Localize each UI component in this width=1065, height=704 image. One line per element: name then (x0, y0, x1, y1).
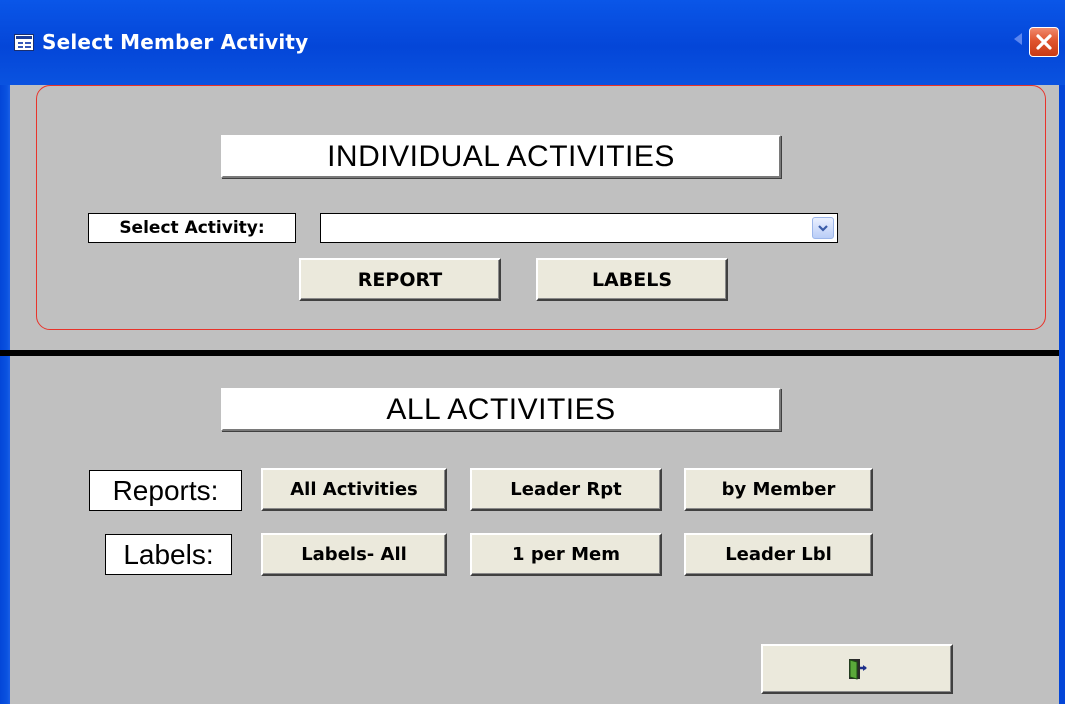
window-frame-right (1059, 85, 1065, 704)
labels-label: Labels: (105, 534, 232, 575)
select-activity-label: Select Activity: (88, 213, 296, 243)
dropdown-button[interactable] (812, 217, 834, 239)
all-activities-heading: ALL ACTIVITIES (221, 388, 781, 431)
exit-button[interactable] (761, 644, 953, 694)
section-divider (10, 350, 1059, 356)
activity-combobox[interactable] (320, 213, 838, 243)
report-button[interactable]: REPORT (299, 258, 501, 301)
close-icon (1036, 34, 1052, 50)
labels-all-button[interactable]: Labels- All (261, 533, 447, 576)
window-frame-left (0, 85, 10, 704)
frame-divider (0, 350, 10, 356)
form-icon[interactable] (14, 34, 34, 51)
chevron-down-icon (818, 225, 828, 232)
close-button[interactable] (1029, 27, 1059, 57)
title-bar[interactable]: Select Member Activity (0, 0, 1065, 85)
reports-label: Reports: (89, 470, 242, 511)
all-activities-report-button[interactable]: All Activities (261, 468, 447, 511)
leader-report-button[interactable]: Leader Rpt (470, 468, 662, 511)
one-per-member-labels-button[interactable]: 1 per Mem (470, 533, 662, 576)
leader-labels-button[interactable]: Leader Lbl (684, 533, 873, 576)
title-bar-notch (1014, 33, 1022, 45)
by-member-report-button[interactable]: by Member (684, 468, 873, 511)
exit-door-icon (849, 659, 867, 680)
window-title: Select Member Activity (42, 30, 309, 54)
app-window: Select Member Activity INDIVIDUAL ACTIVI… (0, 0, 1065, 704)
individual-activities-heading: INDIVIDUAL ACTIVITIES (221, 135, 781, 178)
labels-button[interactable]: LABELS (536, 258, 728, 301)
form-body: INDIVIDUAL ACTIVITIES Select Activity: R… (10, 85, 1059, 704)
